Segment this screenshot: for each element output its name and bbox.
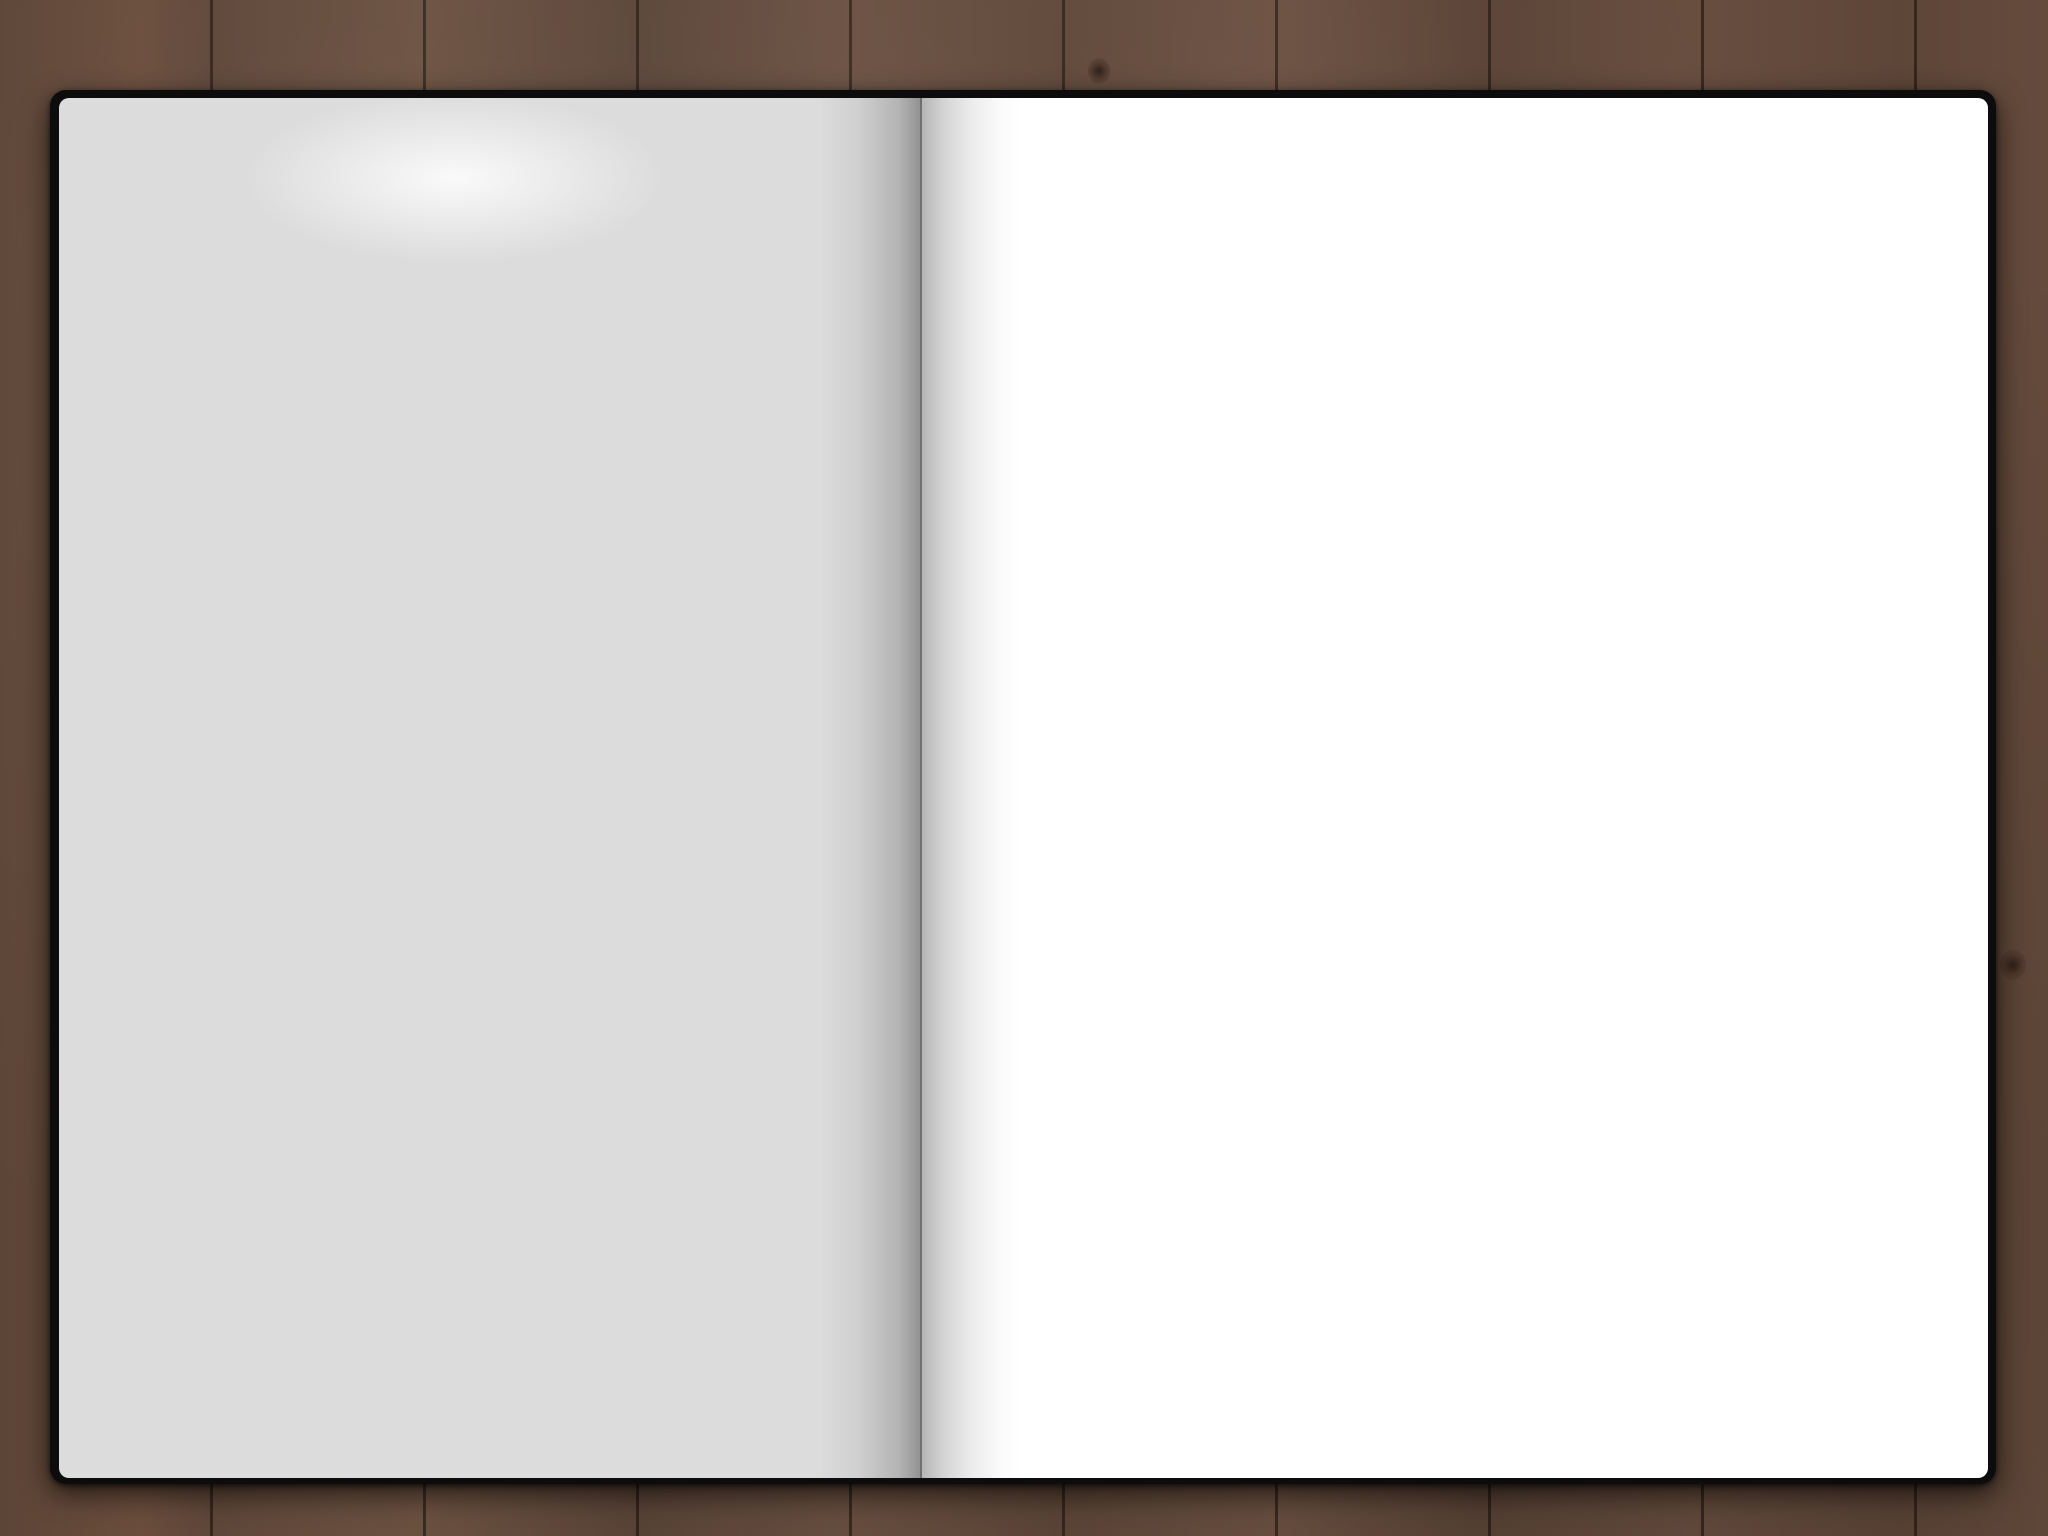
notebook-right-page[interactable] [922,98,1988,1478]
notebook-left-page[interactable] [59,98,920,1478]
wood-knot [1088,58,1110,84]
wood-knot [2000,950,2026,980]
